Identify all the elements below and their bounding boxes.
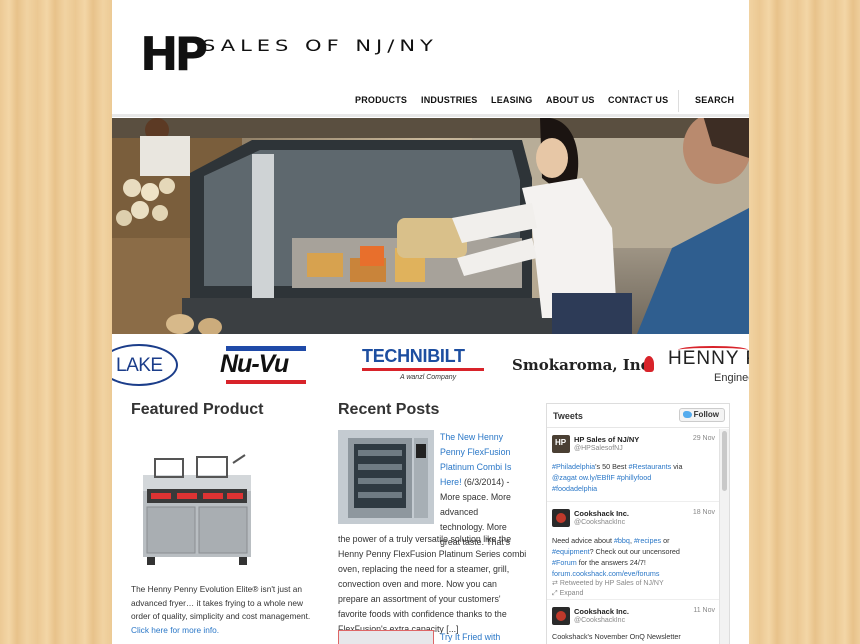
tweet-date[interactable]: 18 Nov bbox=[693, 509, 715, 516]
tweet-date[interactable]: 11 Nov bbox=[693, 607, 715, 614]
nav-contact-us[interactable]: CONTACT US bbox=[608, 95, 668, 105]
brand-technibilt-sub: A wanzl Company bbox=[400, 374, 457, 381]
twitter-bird-icon bbox=[682, 411, 692, 418]
page: HP SALES OF NJ/NY PRODUCTS INDUSTRIES LE… bbox=[112, 0, 749, 644]
brand-henny-sub: Engineer bbox=[714, 372, 749, 384]
tweet-text-part: or bbox=[661, 536, 670, 545]
nav-search[interactable]: SEARCH bbox=[695, 95, 734, 105]
logo-mark: HP bbox=[140, 27, 208, 81]
post-1-excerpt-line: advanced bbox=[440, 507, 479, 517]
tweet-item[interactable]: HP HP Sales of NJ/NY @HPSalesofNJ 29 Nov… bbox=[547, 429, 719, 502]
brand-henny-penny-logo[interactable]: HENNY P Engineer bbox=[668, 346, 749, 390]
hashtag-link[interactable]: #Restaurants bbox=[629, 462, 672, 471]
combi-oven-illustration bbox=[338, 430, 434, 524]
tweet-text-part: ? Check out our uncensored bbox=[589, 547, 680, 556]
hashtag-link[interactable]: #Philadelphia bbox=[552, 462, 595, 471]
tweet-item[interactable]: Cookshack Inc. @CookshackInc 11 Nov Cook… bbox=[547, 601, 719, 644]
tweet-text-part: Need advice about bbox=[552, 536, 614, 545]
follow-label: Follow bbox=[693, 410, 719, 419]
tweet-text-part: for the answers 24/7! bbox=[576, 558, 646, 567]
tweet-author-handle[interactable]: @CookshackInc bbox=[574, 519, 625, 526]
hashtag-link[interactable]: #foodadelphia bbox=[552, 484, 597, 493]
tweet-text: Cookshack's November OnQ Newsletter bbox=[552, 632, 681, 641]
retweet-icon: ⇄ bbox=[552, 580, 558, 587]
hashtag-link[interactable]: #Forum bbox=[552, 558, 577, 567]
tweet-link[interactable]: @zagat ow.ly/EBfIF #phillyfood bbox=[552, 473, 651, 482]
expand-icon: ⤢ bbox=[552, 590, 558, 597]
twitter-widget-title: Tweets bbox=[553, 411, 583, 421]
featured-product-description: The Henny Penny Evolution Elite® isn't j… bbox=[131, 584, 311, 621]
tweet-author-name[interactable]: Cookshack Inc. bbox=[574, 509, 629, 518]
tweet-author-name[interactable]: Cookshack Inc. bbox=[574, 607, 629, 616]
post-2-title[interactable]: Try It Fried with bbox=[440, 632, 500, 642]
hero-image bbox=[112, 118, 749, 334]
fryer-illustration bbox=[143, 454, 251, 565]
site-logo[interactable]: HP SALES OF NJ/NY bbox=[140, 20, 610, 88]
henny-swoosh bbox=[678, 346, 748, 354]
tweet-text-part: via bbox=[671, 462, 683, 471]
brand-carousel[interactable]: LAKE Nu-Vu TECHNIBILT A wanzl Company Sm… bbox=[112, 340, 749, 394]
avatar[interactable] bbox=[552, 607, 570, 625]
technibilt-rule bbox=[362, 368, 484, 371]
tweet-link[interactable]: forum.cookshack.com/eve/forums bbox=[552, 569, 659, 578]
nav-products[interactable]: PRODUCTS bbox=[355, 95, 407, 105]
follow-button[interactable]: Follow bbox=[678, 408, 725, 422]
featured-product-link[interactable]: Click here for more info. bbox=[131, 625, 219, 635]
post-1-excerpt: the power of a truly versatile solution … bbox=[338, 534, 527, 634]
post-1-date: (6/3/2014) - bbox=[461, 477, 510, 487]
header-divider bbox=[112, 114, 749, 117]
hero-illustration bbox=[112, 118, 749, 334]
hp-logo-icon: HP bbox=[555, 438, 567, 447]
featured-product-heading: Featured Product bbox=[131, 401, 264, 418]
brand-lake-logo[interactable]: LAKE bbox=[112, 344, 178, 386]
featured-product-image[interactable] bbox=[137, 453, 259, 568]
brand-nuvu-text: Nu-Vu bbox=[220, 350, 289, 378]
expand-label: Expand bbox=[559, 590, 584, 597]
avatar[interactable]: HP bbox=[552, 435, 570, 453]
tweet-author-handle[interactable]: @HPSalesofNJ bbox=[574, 445, 623, 452]
main-nav: PRODUCTS INDUSTRIES LEASING ABOUT US CON… bbox=[112, 88, 749, 113]
brand-technibilt-logo[interactable]: TECHNIBILT A wanzl Company bbox=[362, 346, 488, 388]
post-thumbnail-2[interactable] bbox=[338, 630, 434, 644]
tweet-text: #Philadelphia's 50 Best #Restaurants via… bbox=[552, 461, 714, 494]
logo-text: SALES OF NJ/NY bbox=[202, 36, 438, 55]
recent-posts-heading: Recent Posts bbox=[338, 401, 440, 418]
tweet-author-name[interactable]: HP Sales of NJ/NY bbox=[574, 435, 639, 444]
nav-leasing[interactable]: LEASING bbox=[491, 95, 532, 105]
brand-nuvu-logo[interactable]: Nu-Vu bbox=[220, 344, 310, 388]
retweet-label: Retweeted by HP Sales of NJ/NY bbox=[559, 580, 664, 587]
avatar[interactable] bbox=[552, 509, 570, 527]
tweet-date[interactable]: 29 Nov bbox=[693, 435, 715, 442]
cookshack-logo-icon bbox=[556, 611, 566, 621]
tweet-author-handle[interactable]: @CookshackInc bbox=[574, 617, 625, 624]
nav-industries[interactable]: INDUSTRIES bbox=[421, 95, 478, 105]
twitter-widget-header: Tweets Follow bbox=[547, 404, 729, 428]
brand-lake-text: LAKE bbox=[116, 355, 163, 376]
cookshack-logo-icon bbox=[556, 513, 566, 523]
brand-technibilt-text: TECHNIBILT bbox=[362, 346, 465, 366]
post-thumbnail-1[interactable] bbox=[338, 430, 434, 524]
hashtag-link[interactable]: #recipes bbox=[634, 536, 661, 545]
post-2-title-link[interactable]: Try It Fried with bbox=[440, 630, 500, 644]
hashtag-link[interactable]: #equipment bbox=[552, 547, 590, 556]
post-1-excerpt-line: More space. More bbox=[440, 492, 511, 502]
nav-about-us[interactable]: ABOUT US bbox=[546, 95, 595, 105]
nav-divider bbox=[678, 90, 679, 112]
featured-product-text: The Henny Penny Evolution Elite® isn't j… bbox=[131, 583, 321, 637]
nuvu-bar-bottom bbox=[226, 380, 306, 384]
tweet-text-part: 's 50 Best bbox=[595, 462, 629, 471]
expand-link[interactable]: ⤢ Expand bbox=[552, 590, 583, 598]
hashtag-link[interactable]: #bbq bbox=[614, 536, 630, 545]
tweet-text: Need advice about #bbq, #recipes or #equ… bbox=[552, 535, 714, 579]
retweet-info: ⇄ Retweeted by HP Sales of NJ/NY bbox=[552, 579, 664, 587]
brand-smokaroma-logo[interactable]: Smokaroma, Inc. bbox=[512, 356, 657, 382]
brand-smokaroma-text: Smokaroma, Inc. bbox=[512, 356, 656, 374]
tweets-scrollbar[interactable] bbox=[719, 429, 729, 644]
twitter-widget: Tweets Follow HP HP Sales of NJ/NY @HPSa… bbox=[546, 403, 730, 644]
flame-icon bbox=[644, 356, 654, 372]
scrollbar-thumb[interactable] bbox=[722, 431, 727, 491]
tweet-item[interactable]: Cookshack Inc. @CookshackInc 18 Nov Need… bbox=[547, 503, 719, 600]
